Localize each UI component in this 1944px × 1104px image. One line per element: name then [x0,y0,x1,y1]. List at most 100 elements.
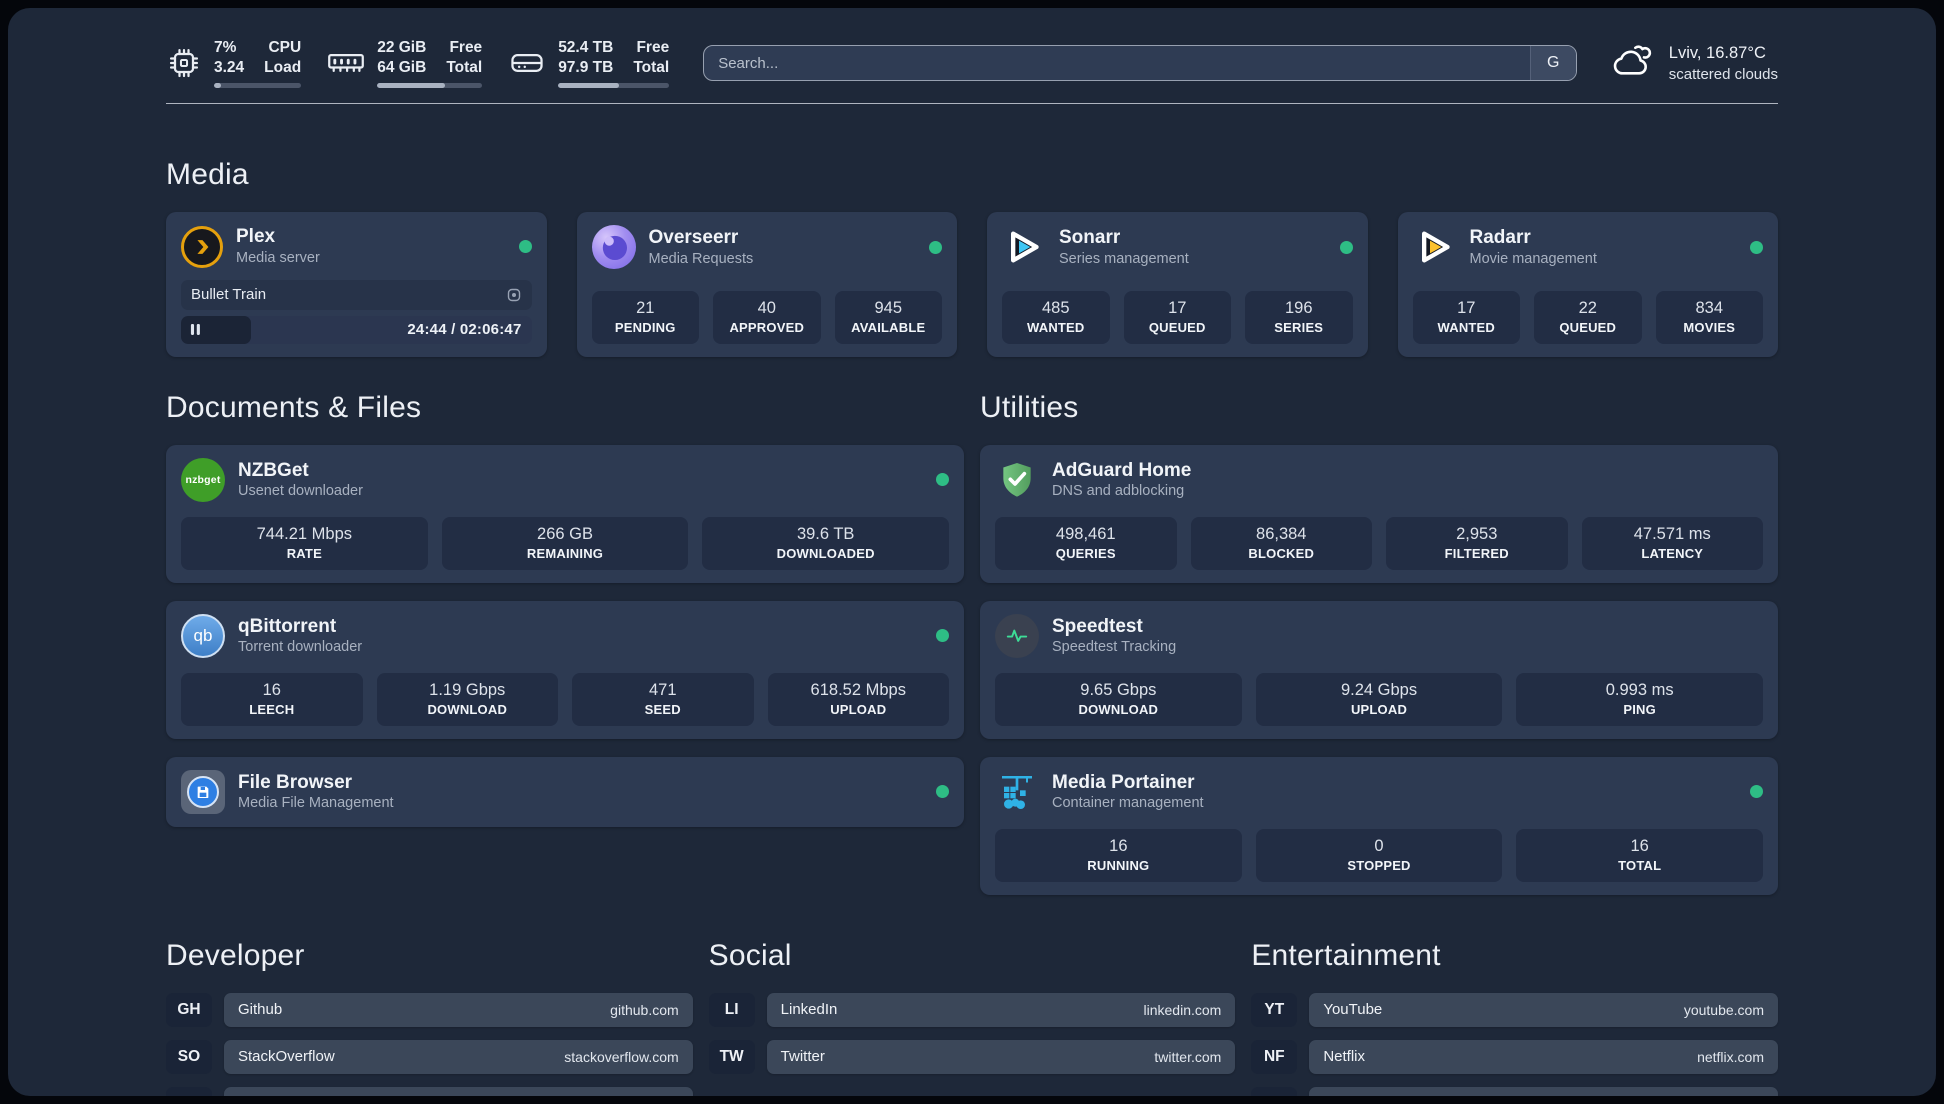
ram-total-value: 64 GiB [377,59,427,77]
link-dev[interactable]: DT DEV dev.to [166,1086,693,1096]
stat-label: PING [1623,701,1656,717]
stat-label: RUNNING [1087,857,1150,873]
pause-icon[interactable] [190,323,201,336]
ram-total-label: Total [446,59,483,77]
link-netflix[interactable]: NF Netflix netflix.com [1251,1039,1778,1074]
top-bar: 7% CPU 3.24 Load 22 GiB Free 64 GiB Tota… [166,8,1778,89]
link-twitter[interactable]: TW Twitter twitter.com [708,1039,1236,1074]
app-subtitle: Media File Management [238,795,394,812]
cpu-label: CPU [268,39,302,56]
stat-tile: 0.993 ms PING [1516,672,1764,726]
link-name: DEV [238,1095,269,1096]
stat-value: 9.65 Gbps [1080,680,1157,699]
stat-tile: 744.21 Mbps RATE [181,516,428,570]
link-name: StackOverflow [238,1048,335,1066]
stat-label: UPLOAD [1350,701,1408,717]
stat-tile: 485 WANTED [1002,290,1110,344]
stat-tile: 17 WANTED [1412,290,1520,344]
overseerr-card[interactable]: Overseerr Media Requests 21 PENDING 40 A… [576,212,957,357]
now-playing-title: Bullet Train [191,286,267,304]
link-linkedin[interactable]: LI LinkedIn linkedin.com [708,992,1236,1027]
qbittorrent-card[interactable]: qb qBittorrent Torrent downloader 16 LEE… [166,600,964,739]
header-divider [166,103,1778,105]
ram-icon [327,48,365,78]
stat-tile: 17 QUEUED [1123,290,1231,344]
stat-label: DOWNLOADED [776,545,875,561]
stat-value: 744.21 Mbps [256,524,353,543]
stat-value: 17 [1457,298,1476,317]
stat-tile: 196 SERIES [1245,290,1353,344]
playback-progress-bar[interactable]: 24:44 / 02:06:47 [181,315,532,344]
link-tag: NF [1251,1039,1298,1074]
link-youtube[interactable]: YT YouTube youtube.com [1251,992,1778,1027]
stat-tile: 9.65 Gbps DOWNLOAD [995,672,1242,726]
radarr-card[interactable]: Radarr Movie management 17 WANTED 22 QUE… [1397,212,1778,357]
link-url: youtube.com [1683,1001,1764,1018]
stat-value: 21 [636,298,655,317]
disk-free-label: Free [636,39,670,56]
stat-value: 40 [757,298,776,317]
sonarr-card[interactable]: Sonarr Series management 485 WANTED 17 Q… [987,212,1368,357]
app-name: Radarr [1469,226,1531,248]
disk-icon [508,48,546,78]
stat-label: REMAINING [526,545,604,561]
stat-label: BLOCKED [1248,545,1315,561]
stat-value: 2,953 [1456,524,1498,543]
app-name: Plex [236,226,276,248]
section-title-developer: Developer [166,938,305,972]
portainer-card[interactable]: Media Portainer Container management 16 … [980,756,1778,895]
link-name: YouTube [1323,1001,1383,1019]
stat-label: APPROVED [729,319,805,335]
adguard-card[interactable]: AdGuard Home DNS and adblocking 498,461 … [980,444,1778,583]
link-name: Twitter [780,1048,825,1066]
stat-tile: 40 APPROVED [713,290,821,344]
link-tag: LI [708,992,755,1027]
speedtest-card[interactable]: Speedtest Speedtest Tracking 9.65 Gbps D… [980,600,1778,739]
stat-label: DOWNLOAD [1078,701,1159,717]
stat-value: 471 [648,680,677,699]
stat-label: PENDING [614,319,676,335]
disk-progress-bar [558,83,670,89]
section-entertainment: Entertainment YT YouTube youtube.com NF … [1251,939,1778,1096]
stat-value: 16 [1630,836,1649,855]
link-url: github.com [610,1001,679,1018]
stat-tile: 1.19 Gbps DOWNLOAD [376,672,558,726]
status-online-dot [1339,240,1353,254]
plex-card[interactable]: Plex Media server Bullet Train 24:44 / 0… [166,212,547,357]
stat-label: TOTAL [1618,857,1662,873]
nzbget-card[interactable]: nzbget NZBGet Usenet downloader 744.21 M… [166,444,964,583]
cpu-icon [166,45,202,81]
ram-free-value: 22 GiB [377,39,427,56]
search-engine-button[interactable]: G [1529,46,1576,81]
ram-progress-fill [377,83,446,89]
cpu-load-label: Load [264,59,302,77]
adguard-shield-icon [995,458,1039,502]
playback-time: 24:44 / 02:06:47 [407,321,522,339]
filebrowser-card[interactable]: File Browser Media File Management [166,756,964,827]
link-name: LinkedIn [780,1001,838,1019]
app-name: qBittorrent [238,615,337,637]
stat-value: 17 [1168,298,1187,317]
cloud-icon [1611,44,1655,83]
link-url: linkedin.com [1143,1001,1222,1018]
stat-tile: 39.6 TB DOWNLOADED [702,516,950,570]
stat-value: 16 [262,680,281,699]
search-input[interactable] [704,46,1530,81]
cpu-stat: 7% CPU 3.24 Load [166,38,302,89]
link-github[interactable]: GH Github github.com [166,992,693,1027]
link-stackoverflow[interactable]: SO StackOverflow stackoverflow.com [166,1039,693,1074]
memory-stat: 22 GiB Free 64 GiB Total [327,38,483,89]
app-name: Media Portainer [1052,771,1195,793]
now-playing-settings-icon[interactable] [506,287,522,303]
nzbget-icon-text: nzbget [185,473,221,486]
app-name: AdGuard Home [1052,459,1192,481]
stat-tile: 16 TOTAL [1516,828,1764,882]
app-name: NZBGet [238,459,309,481]
stat-value: 0.993 ms [1605,680,1674,699]
stat-value: 498,461 [1055,524,1116,543]
weather-condition: scattered clouds [1668,65,1778,83]
stat-value: 834 [1695,298,1724,317]
link-url: netflix.com [1697,1048,1764,1065]
dashboard: 7% CPU 3.24 Load 22 GiB Free 64 GiB Tota… [8,8,1936,1096]
link-reddit[interactable]: RE Reddit reddit.com [1251,1086,1778,1096]
